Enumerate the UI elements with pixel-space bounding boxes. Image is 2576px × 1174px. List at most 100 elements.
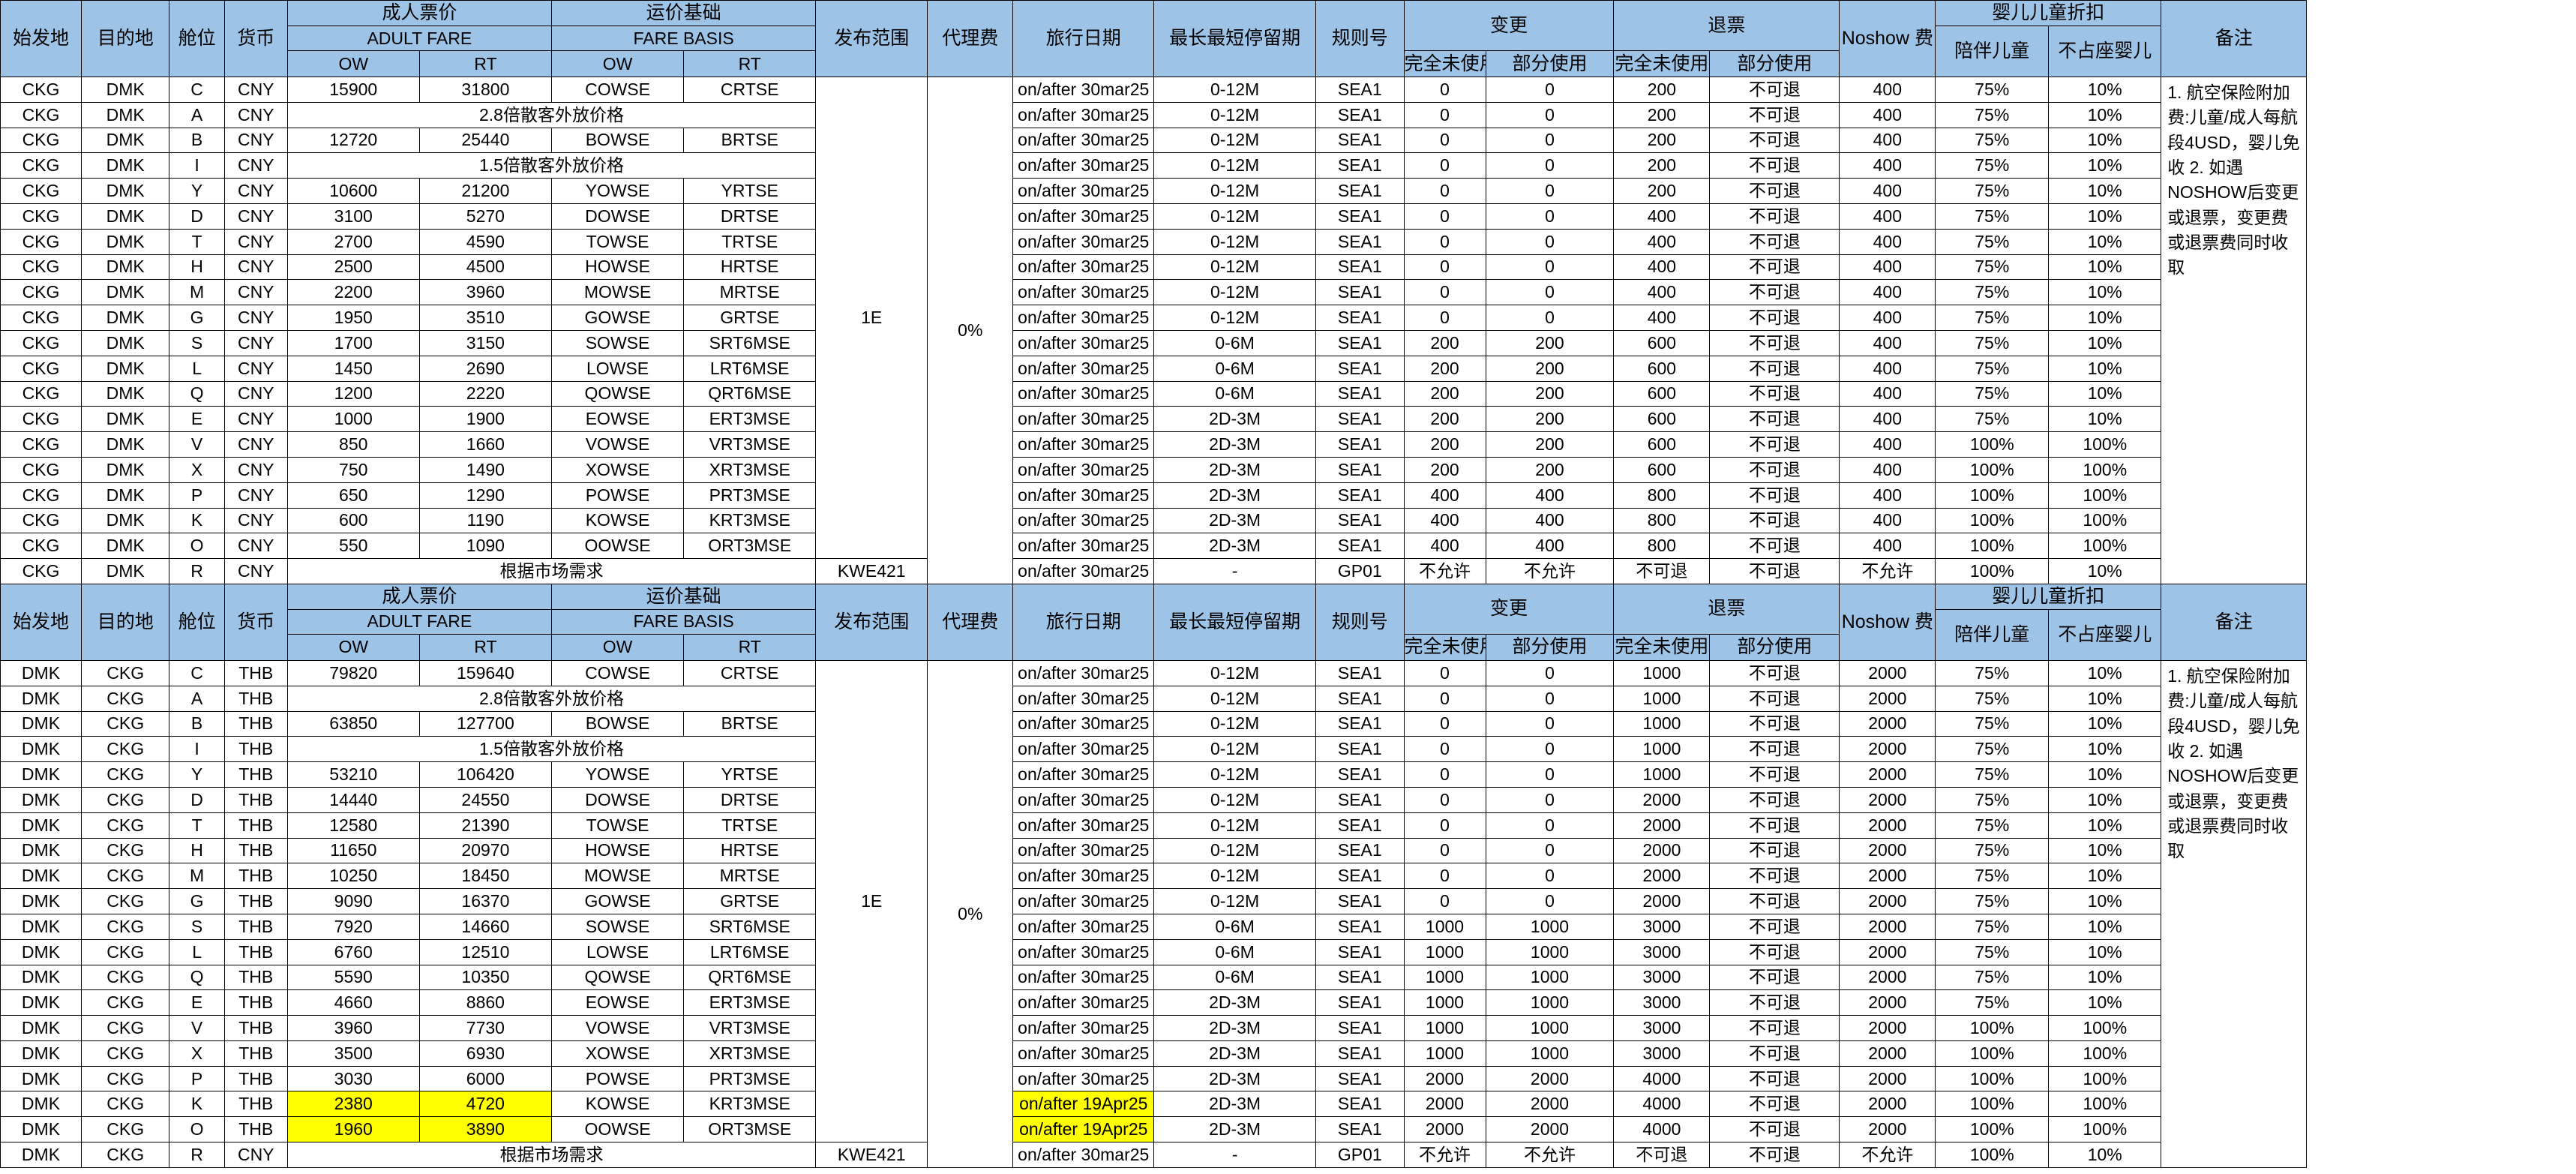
cell-fare-rt: 16370 xyxy=(418,888,552,914)
cell-cabin: T xyxy=(169,228,225,255)
cell-origin: CKG xyxy=(0,558,82,584)
cell-fare-ow: 3500 xyxy=(286,1040,420,1067)
cell-noshow: 2000 xyxy=(1839,1015,1936,1041)
col-header-currency: 货币 xyxy=(223,0,288,77)
cell-child: 75% xyxy=(1935,203,2050,230)
cell-origin: DMK xyxy=(0,938,82,965)
cell-fare-rt: 106420 xyxy=(418,761,552,788)
cell-destination: CKG xyxy=(80,888,170,914)
cell-destination: CKG xyxy=(80,1142,170,1168)
cell-child: 100% xyxy=(1935,482,2050,509)
cell-origin: DMK xyxy=(0,1065,82,1092)
cell-currency: THB xyxy=(223,989,288,1016)
cell-noshow: 2000 xyxy=(1839,786,1936,813)
cell-origin: CKG xyxy=(0,507,82,534)
cell-noshow: 2000 xyxy=(1839,863,1936,890)
cell-origin: DMK xyxy=(0,1015,82,1041)
cell-cabin: I xyxy=(169,736,225,763)
cell-change-unused: 0 xyxy=(1403,812,1486,839)
col-header-refund: 退票 xyxy=(1613,583,1840,635)
cell-refund-unused: 2000 xyxy=(1613,786,1711,813)
cell-basis-rt: LRT6MSE xyxy=(683,355,817,382)
cell-travel-date: on/after 30mar25 xyxy=(1012,736,1155,763)
cell-origin: CKG xyxy=(0,329,82,356)
cell-refund-partial: 不可退 xyxy=(1709,1040,1840,1067)
cell-basis-ow: YOWSE xyxy=(550,178,685,204)
cell-fare-ow: 11650 xyxy=(286,837,420,864)
cell-travel-date: on/after 30mar25 xyxy=(1012,1065,1155,1092)
cell-rule: SEA1 xyxy=(1315,533,1405,560)
cell-refund-partial: 不可退 xyxy=(1709,964,1840,991)
cell-fare-ow: 9090 xyxy=(286,888,420,914)
cell-currency: THB xyxy=(223,964,288,991)
cell-fare-ow: 2200 xyxy=(286,279,420,306)
cell-destination: CKG xyxy=(80,863,170,890)
cell-destination: DMK xyxy=(80,507,170,534)
cell-infant: 10% xyxy=(2048,1142,2162,1168)
cell-child: 100% xyxy=(1935,1065,2050,1092)
cell-basis-ow: TOWSE xyxy=(550,228,685,255)
cell-rule: SEA1 xyxy=(1315,913,1405,940)
cell-stay: 0-12M xyxy=(1153,761,1317,788)
cell-fare-rt: 3890 xyxy=(418,1116,552,1143)
table-row: DMK CKG C THB 79820 159640 COWSE CRTSE 1E 0% on/af… xyxy=(0,659,2576,1168)
cell-stay: 0-12M xyxy=(1153,786,1317,813)
cell-refund-unused: 3000 xyxy=(1613,1015,1711,1041)
cell-fare-ow: 550 xyxy=(286,533,420,560)
cell-fare-rt: 24550 xyxy=(418,786,552,813)
cell-currency: THB xyxy=(223,888,288,914)
cell-cabin: B xyxy=(169,710,225,737)
cell-infant: 10% xyxy=(2048,178,2162,204)
cell-destination: CKG xyxy=(80,786,170,813)
cell-fare-ow: 3960 xyxy=(286,1015,420,1041)
cell-infant: 10% xyxy=(2048,406,2162,433)
cell-stay: 2D-3M xyxy=(1153,1065,1317,1092)
cell-basis-rt: CRTSE xyxy=(683,77,817,103)
cell-change-partial: 不允许 xyxy=(1485,1142,1615,1168)
cell-noshow: 400 xyxy=(1839,152,1936,179)
cell-fare-rt: 2690 xyxy=(418,355,552,382)
cell-rule: SEA1 xyxy=(1315,736,1405,763)
cell-change-unused: 1000 xyxy=(1403,964,1486,991)
cell-infant: 10% xyxy=(2048,659,2162,686)
cell-child: 75% xyxy=(1935,863,2050,890)
cell-rule: SEA1 xyxy=(1315,1116,1405,1143)
col-header-remarks: 备注 xyxy=(2161,583,2308,661)
cell-infant: 10% xyxy=(2048,710,2162,737)
cell-refund-unused: 600 xyxy=(1613,431,1711,458)
col-header-stay: 最长最短停留期 xyxy=(1153,0,1317,77)
cell-basis-ow: OOWSE xyxy=(550,533,685,560)
cell-refund-partial: 不可退 xyxy=(1709,203,1840,230)
cell-noshow: 2000 xyxy=(1839,1065,1936,1092)
cell-child: 100% xyxy=(1935,507,2050,534)
cell-refund-partial: 不可退 xyxy=(1709,1015,1840,1041)
cell-fare-rt: 21200 xyxy=(418,178,552,204)
cell-noshow: 400 xyxy=(1839,482,1936,509)
cell-stay: 0-12M xyxy=(1153,305,1317,331)
cell-child: 75% xyxy=(1935,101,2050,128)
cell-fare-ow: 12580 xyxy=(286,812,420,839)
cell-origin: DMK xyxy=(0,1091,82,1118)
cell-stay: 0-6M xyxy=(1153,329,1317,356)
cell-change-partial: 200 xyxy=(1485,329,1615,356)
cell-currency: THB xyxy=(223,1065,288,1092)
table-row: CKG DMK C CNY 15900 31800 COWSE CRTSE 1E 0% on/aft… xyxy=(0,76,2576,584)
cell-cabin: L xyxy=(169,938,225,965)
cell-noshow: 2000 xyxy=(1839,1116,1936,1143)
cell-basis-rt: QRT6MSE xyxy=(683,964,817,991)
cell-origin: CKG xyxy=(0,127,82,154)
cell-origin: DMK xyxy=(0,685,82,712)
col-header-adult-fare-en: ADULT FARE xyxy=(286,26,552,51)
cell-basis-rt: XRT3MSE xyxy=(683,1040,817,1067)
cell-infant: 10% xyxy=(2048,736,2162,763)
cell-currency: CNY xyxy=(223,101,288,128)
cell-cabin: K xyxy=(169,507,225,534)
cell-travel-date: on/after 19Apr25 xyxy=(1012,1091,1155,1118)
col-header-fare-basis: 运价基础 xyxy=(550,0,817,26)
cell-refund-partial: 不可退 xyxy=(1709,863,1840,890)
cell-noshow: 2000 xyxy=(1839,989,1936,1016)
cell-stay: 0-12M xyxy=(1153,812,1317,839)
col-header-fare-basis-en: FARE BASIS xyxy=(550,608,817,635)
cell-basis-rt: VRT3MSE xyxy=(683,1015,817,1041)
col-header-basis-ow: OW xyxy=(550,50,685,77)
